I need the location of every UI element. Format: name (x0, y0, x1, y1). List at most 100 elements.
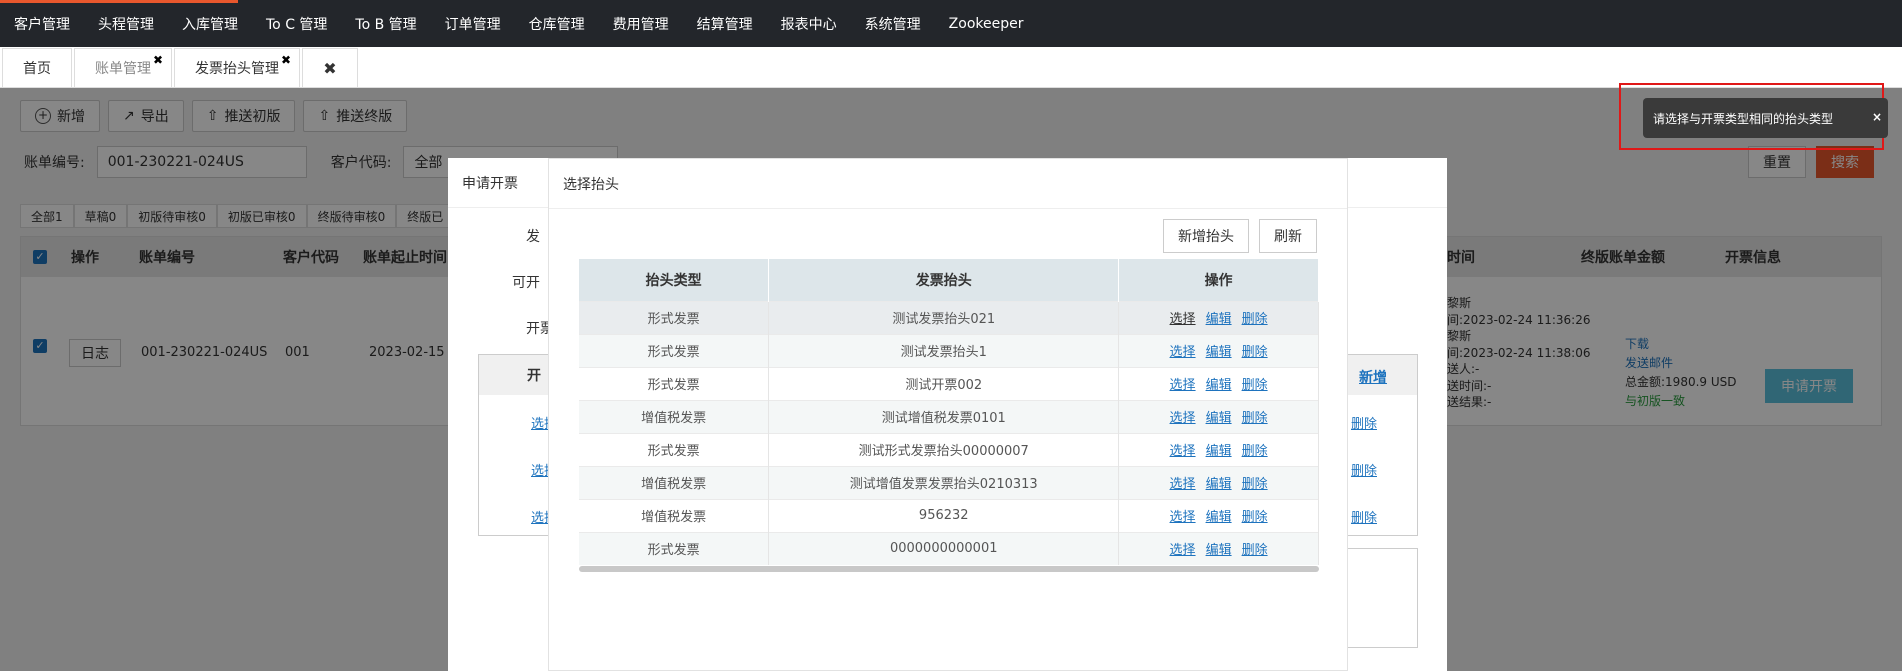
col-header: 抬头类型 (579, 259, 770, 301)
add-header-button[interactable]: 新增抬头 (1163, 219, 1249, 253)
edit-link[interactable]: 编辑 (1206, 543, 1232, 558)
actions-cell: 选择 编辑 删除 (1118, 399, 1319, 433)
nav-item[interactable]: 系统管理 (851, 14, 935, 34)
close-icon[interactable]: × (1872, 110, 1882, 124)
toast-text: 请选择与开票类型相同的抬头类型 (1653, 111, 1834, 126)
toast-message: 请选择与开票类型相同的抬头类型 × (1643, 98, 1888, 138)
edit-link[interactable]: 编辑 (1206, 345, 1232, 360)
select-link[interactable]: 选择 (1170, 510, 1196, 525)
header-title-cell: 测试发票抬头021 (768, 300, 1120, 334)
actions-cell: 选择 编辑 删除 (1118, 498, 1319, 532)
header-type-cell: 形式发票 (579, 531, 770, 565)
select-link[interactable]: 选择 (1170, 411, 1196, 426)
header-title-cell: 0000000000001 (768, 531, 1120, 565)
nav-item[interactable]: 仓库管理 (515, 14, 599, 34)
edit-link[interactable]: 编辑 (1206, 378, 1232, 393)
tab-invoice-header-management[interactable]: 发票抬头管理 ✖ (174, 48, 300, 87)
delete-link[interactable]: 删除 (1351, 460, 1377, 479)
table-row: 形式发票 测试开票002 选择 编辑 删除 (579, 366, 1319, 400)
header-type-cell: 形式发票 (579, 366, 770, 400)
delete-link[interactable]: 删除 (1242, 411, 1268, 426)
header-table-head: 抬头类型 发票抬头 操作 (579, 259, 1319, 301)
edit-link[interactable]: 编辑 (1206, 510, 1232, 525)
edit-link[interactable]: 编辑 (1206, 411, 1232, 426)
tab-bar: 首页 账单管理 ✖ 发票抬头管理 ✖ ✖ (0, 47, 1902, 88)
tab-bill-management[interactable]: 账单管理 ✖ (74, 48, 172, 87)
table-row: 增值税发票 956232 选择 编辑 删除 (579, 498, 1319, 532)
header-title-cell: 测试增值发票发票抬头0210313 (768, 465, 1120, 499)
header-table: 抬头类型 发票抬头 操作 形式发票 测试发票抬头021 选择 编辑 删除 形式发票 测试发票… (579, 259, 1319, 565)
modal-actions: 新增抬头 刷新 (1163, 219, 1317, 253)
header-type-cell: 增值税发票 (579, 399, 770, 433)
close-all-tabs-button[interactable]: ✖ (302, 48, 358, 87)
actions-cell: 选择 编辑 删除 (1118, 333, 1319, 367)
add-link[interactable]: 新增 (1359, 367, 1387, 387)
delete-link[interactable]: 删除 (1242, 444, 1268, 459)
tab-label: 发票抬头管理 (195, 61, 279, 77)
tab-label: 首页 (23, 61, 51, 77)
delete-link[interactable]: 删除 (1351, 507, 1377, 526)
actions-cell: 选择 编辑 删除 (1118, 366, 1319, 400)
select-link[interactable]: 选择 (1170, 312, 1196, 327)
col-header: 操作 (1118, 259, 1319, 301)
header-type-cell: 增值税发票 (579, 465, 770, 499)
header-title-cell: 测试开票002 (768, 366, 1120, 400)
actions-cell: 选择 编辑 删除 (1118, 531, 1319, 565)
edit-link[interactable]: 编辑 (1206, 444, 1232, 459)
table-row: 形式发票 测试发票抬头1 选择 编辑 删除 (579, 333, 1319, 367)
nav-item[interactable]: 头程管理 (84, 14, 168, 34)
table-row: 形式发票 测试发票抬头021 选择 编辑 删除 (579, 300, 1319, 334)
delete-link[interactable]: 删除 (1351, 413, 1377, 432)
nav-item[interactable]: To B 管理 (341, 14, 430, 34)
actions-cell: 选择 编辑 删除 (1118, 465, 1319, 499)
delete-link[interactable]: 删除 (1242, 477, 1268, 492)
edit-link[interactable]: 编辑 (1206, 477, 1232, 492)
top-nav: 客户管理 头程管理 入库管理 To C 管理 To B 管理 订单管理 仓库管理 费用管理 结算… (0, 0, 1902, 47)
table-row: 增值税发票 测试增值税发票0101 选择 编辑 删除 (579, 399, 1319, 433)
delete-link[interactable]: 删除 (1242, 543, 1268, 558)
header-title-cell: 测试增值税发票0101 (768, 399, 1120, 433)
select-link[interactable]: 选择 (1170, 345, 1196, 360)
col-header: 发票抬头 (768, 259, 1120, 301)
delete-link[interactable]: 删除 (1242, 345, 1268, 360)
header-type-cell: 形式发票 (579, 333, 770, 367)
edit-link[interactable]: 编辑 (1206, 312, 1232, 327)
nav-items: 客户管理 头程管理 入库管理 To C 管理 To B 管理 订单管理 仓库管理 费用管理 结算… (0, 0, 1037, 47)
nav-item[interactable]: 费用管理 (599, 14, 683, 34)
field-label: 发 (526, 229, 540, 245)
actions-cell: 选择 编辑 删除 (1118, 432, 1319, 466)
table-row: 增值税发票 测试增值发票发票抬头0210313 选择 编辑 删除 (579, 465, 1319, 499)
table-row: 形式发票 测试形式发票抬头00000007 选择 编辑 删除 (579, 432, 1319, 466)
nav-item[interactable]: 客户管理 (0, 14, 84, 34)
header-title-cell: 测试发票抬头1 (768, 333, 1120, 367)
modal-title: 选择抬头 (549, 159, 1347, 209)
nav-item[interactable]: 入库管理 (168, 14, 252, 34)
header-title-cell: 测试形式发票抬头00000007 (768, 432, 1120, 466)
nav-item[interactable]: 报表中心 (767, 14, 851, 34)
nav-item[interactable]: Zookeeper (935, 16, 1038, 32)
refresh-button[interactable]: 刷新 (1259, 219, 1317, 253)
delete-link[interactable]: 删除 (1242, 510, 1268, 525)
tab-home[interactable]: 首页 (2, 48, 72, 87)
delete-link[interactable]: 删除 (1242, 312, 1268, 327)
actions-cell: 选择 编辑 删除 (1118, 300, 1319, 334)
nav-item[interactable]: To C 管理 (252, 14, 341, 34)
header-type-cell: 形式发票 (579, 300, 770, 334)
close-icon[interactable]: ✖ (281, 53, 291, 67)
select-link[interactable]: 选择 (1170, 378, 1196, 393)
horizontal-scrollbar[interactable] (579, 566, 1319, 572)
close-icon[interactable]: ✖ (153, 53, 163, 67)
tab-label: 账单管理 (95, 61, 151, 77)
select-link[interactable]: 选择 (1170, 444, 1196, 459)
field-label: 可开 (512, 275, 540, 291)
header-title-cell: 956232 (768, 498, 1120, 532)
nav-item[interactable]: 订单管理 (431, 14, 515, 34)
delete-link[interactable]: 删除 (1242, 378, 1268, 393)
select-link[interactable]: 选择 (1170, 543, 1196, 558)
header-type-cell: 形式发票 (579, 432, 770, 466)
select-header-modal: 选择抬头 新增抬头 刷新 抬头类型 发票抬头 操作 形式发票 测试发票抬头021 选… (548, 158, 1348, 671)
select-link[interactable]: 选择 (1170, 477, 1196, 492)
nav-item[interactable]: 结算管理 (683, 14, 767, 34)
table-row: 形式发票 0000000000001 选择 编辑 删除 (579, 531, 1319, 565)
header-type-cell: 增值税发票 (579, 498, 770, 532)
